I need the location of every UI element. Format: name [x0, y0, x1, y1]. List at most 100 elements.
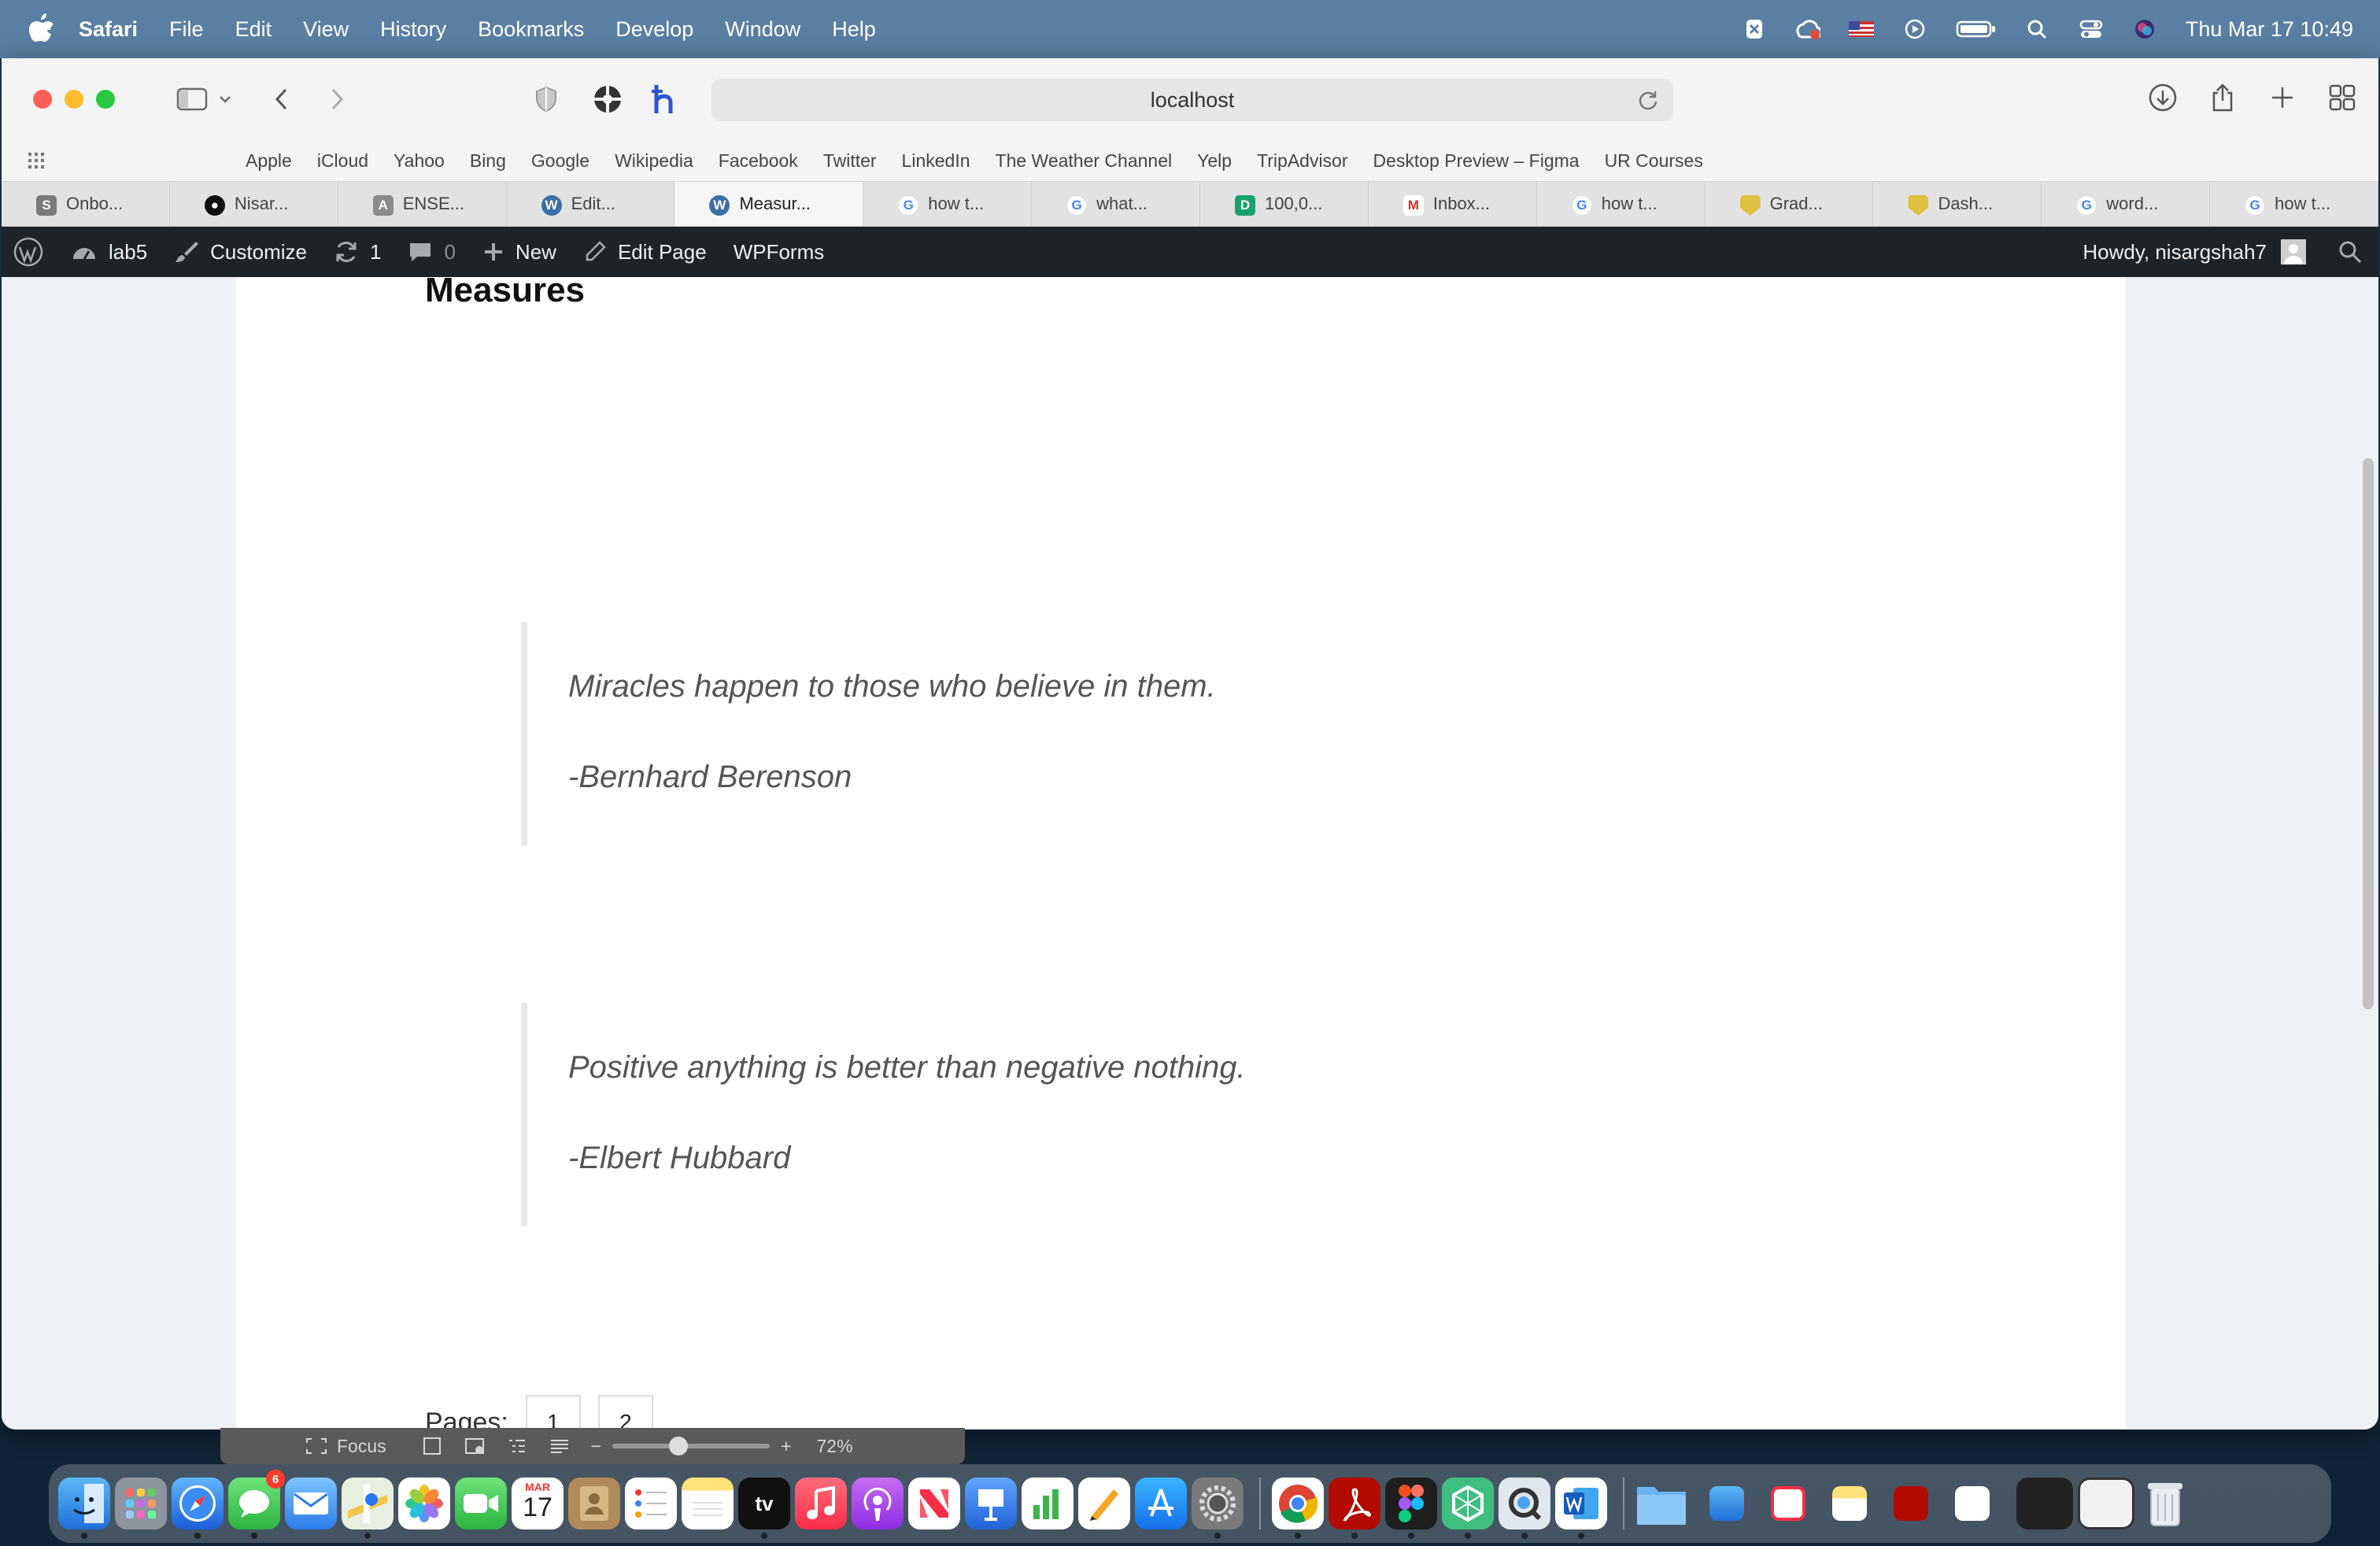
browser-tab[interactable]: Gword... [2042, 182, 2211, 226]
zoom-in-icon[interactable]: + [781, 1436, 791, 1457]
new-tab-plus-icon[interactable] [2267, 82, 2298, 113]
browser-tab[interactable]: ● Nisar... [170, 182, 338, 226]
menu-edit[interactable]: Edit [235, 17, 272, 42]
terminal-window-thumb[interactable] [2016, 1478, 2073, 1529]
favorites-grid-icon[interactable] [27, 151, 49, 170]
zoom-window-button[interactable] [96, 90, 115, 109]
podcasts-icon[interactable] [852, 1478, 904, 1529]
photos-icon[interactable] [398, 1478, 450, 1529]
outline-view-icon[interactable] [506, 1437, 528, 1455]
favorite-link[interactable]: Yahoo [394, 150, 445, 172]
chrome-minimized-thumb[interactable] [1955, 1486, 1990, 1521]
mail-icon[interactable] [285, 1478, 337, 1529]
wordpress-logo-icon[interactable] [13, 236, 44, 268]
finder-minimized-thumb[interactable] [1709, 1486, 1744, 1521]
vertical-scrollbar[interactable] [2363, 458, 2374, 1009]
browser-tab[interactable]: W Edit... [507, 182, 675, 226]
zoom-level[interactable]: 72% [817, 1436, 853, 1457]
favorite-link[interactable]: UR Courses [1605, 150, 1703, 172]
numbers-icon[interactable] [1022, 1478, 1074, 1529]
wp-comments-link[interactable]: 0 [408, 240, 456, 264]
finder-icon[interactable] [58, 1478, 110, 1539]
browser-tab[interactable]: M Inbox... [1369, 182, 1537, 226]
safari-icon[interactable] [172, 1478, 224, 1539]
microsoft-word-icon[interactable] [1555, 1478, 1607, 1539]
browser-tab[interactable]: Ghow t... [1537, 182, 1706, 226]
tab-overview-icon[interactable] [2326, 82, 2358, 113]
zoom-slider-knob[interactable] [669, 1437, 689, 1455]
launchpad-icon[interactable] [115, 1478, 167, 1529]
browser-tab[interactable]: Dash... [1873, 182, 2042, 226]
page-link-2[interactable]: 2 [597, 1395, 653, 1429]
trash-icon[interactable] [2139, 1478, 2191, 1529]
browser-tab[interactable]: Gwhat... [1032, 182, 1200, 226]
search-icon[interactable] [2338, 239, 2363, 264]
menu-window[interactable]: Window [725, 17, 800, 42]
system-preferences-icon[interactable] [1192, 1478, 1244, 1539]
facetime-icon[interactable] [455, 1478, 507, 1529]
browser-tab[interactable]: Ghow t... [2210, 182, 2378, 226]
keynote-icon[interactable] [965, 1478, 1017, 1529]
browser-tab[interactable]: Grad... [1706, 182, 1874, 226]
menu-help[interactable]: Help [832, 17, 876, 42]
back-arrow-icon[interactable] [266, 83, 298, 115]
creative-cloud-icon[interactable] [1795, 18, 1820, 40]
menu-view[interactable]: View [303, 17, 349, 42]
favorite-link[interactable]: TripAdvisor [1257, 150, 1347, 172]
now-playing-icon[interactable] [1902, 18, 1927, 40]
spotlight-search-icon[interactable] [2025, 18, 2050, 40]
forward-arrow-icon[interactable] [321, 83, 353, 115]
screenshot-window-thumb[interactable] [2078, 1478, 2134, 1529]
siri-icon[interactable] [2132, 18, 2157, 40]
wp-site-menu[interactable]: lab5 [71, 240, 147, 264]
favorite-link[interactable]: Bing [470, 150, 506, 172]
menu-bookmarks[interactable]: Bookmarks [478, 17, 584, 42]
address-bar[interactable]: localhost [711, 79, 1673, 121]
menu-file[interactable]: File [169, 17, 204, 42]
favorite-link[interactable]: Twitter [823, 150, 877, 172]
menu-history[interactable]: History [380, 17, 446, 42]
browser-tab[interactable]: A ENSE... [338, 182, 507, 226]
honey-extension-icon[interactable] [649, 83, 680, 115]
pages-icon[interactable] [1078, 1478, 1130, 1529]
share-icon[interactable] [2207, 82, 2238, 113]
close-window-button[interactable] [33, 90, 52, 109]
chrome-icon[interactable] [1272, 1478, 1324, 1539]
favorite-link[interactable]: iCloud [317, 150, 368, 172]
control-center-icon[interactable] [2079, 18, 2104, 40]
calendar-icon[interactable]: MAR 17 [512, 1478, 564, 1529]
apple-tv-icon[interactable]: tv [738, 1478, 790, 1539]
menu-develop[interactable]: Develop [615, 17, 693, 42]
wp-customize-link[interactable]: Customize [174, 239, 307, 264]
page-link-1[interactable]: 1 [525, 1395, 581, 1429]
notes-minimized-thumb[interactable] [1832, 1486, 1867, 1521]
reminders-icon[interactable] [625, 1478, 677, 1529]
app-status-icon[interactable] [1742, 18, 1767, 40]
acrobat-minimized-thumb[interactable] [1894, 1486, 1928, 1521]
news-icon[interactable] [908, 1478, 960, 1529]
local-wp-icon[interactable] [1442, 1478, 1494, 1539]
browser-tab[interactable]: Ghow t... [863, 182, 1033, 226]
messages-icon[interactable]: 6 [228, 1470, 285, 1539]
browser-tab[interactable]: W Measur... [674, 182, 864, 226]
focus-mode-label[interactable]: Focus [337, 1436, 386, 1457]
favorite-link[interactable]: Facebook [719, 150, 798, 172]
favorite-link[interactable]: Yelp [1197, 150, 1232, 172]
favorite-link[interactable]: The Weather Channel [996, 150, 1173, 172]
favorite-link[interactable]: Apple [246, 150, 292, 172]
browser-tab[interactable]: D 100,0... [1200, 182, 1369, 226]
user-avatar[interactable] [2281, 239, 2306, 264]
menubar-clock[interactable]: Thu Mar 17 10:49 [2186, 17, 2353, 42]
wp-new-content-link[interactable]: New [482, 240, 556, 264]
menu-app-name[interactable]: Safari [79, 17, 138, 42]
print-layout-icon[interactable] [421, 1437, 443, 1455]
sidebar-toggle-icon[interactable] [175, 83, 209, 115]
wp-edit-page-link[interactable]: Edit Page [583, 240, 707, 264]
us-flag-icon[interactable] [1848, 18, 1874, 40]
focus-mode-icon[interactable] [305, 1437, 327, 1455]
extension-icon[interactable] [592, 83, 623, 115]
music-icon[interactable] [795, 1478, 847, 1529]
quicktime-icon[interactable] [1499, 1478, 1550, 1539]
wp-wpforms-link[interactable]: WPForms [734, 240, 825, 264]
browser-tab[interactable]: S Onbo... [2, 182, 170, 226]
